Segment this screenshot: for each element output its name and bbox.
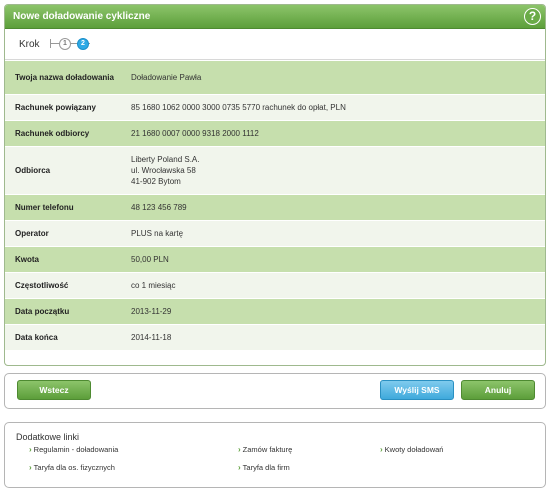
detail-row-recipient-account: Rachunek odbiorcy 21 1680 0007 0000 9318… bbox=[5, 121, 545, 147]
step-1-marker: 1 bbox=[59, 38, 71, 50]
detail-label: Operator bbox=[15, 229, 49, 238]
help-icon[interactable]: ? bbox=[524, 8, 541, 25]
arrow-icon: › bbox=[238, 445, 241, 454]
detail-value: 50,00 PLN bbox=[131, 255, 169, 264]
arrow-icon: › bbox=[238, 463, 241, 472]
send-sms-button[interactable]: Wyślij SMS bbox=[380, 380, 454, 400]
link-tariff-individuals[interactable]: › Taryfa dla os. fizycznych bbox=[29, 463, 115, 472]
detail-row-operator: Operator PLUS na kartę bbox=[5, 221, 545, 247]
recipient-line: ul. Wrocławska 58 bbox=[131, 166, 196, 175]
detail-label: Data końca bbox=[15, 333, 58, 342]
link-tariff-companies[interactable]: › Taryfa dla firm bbox=[238, 463, 290, 472]
links-title: Dodatkowe linki bbox=[16, 432, 80, 442]
detail-value: co 1 miesiąc bbox=[131, 281, 176, 290]
detail-label: Rachunek odbiorcy bbox=[15, 129, 90, 138]
step-2-marker: 2 bbox=[77, 38, 89, 50]
details-table: Twoja nazwa doładowania Doładowanie Pawł… bbox=[5, 61, 545, 351]
arrow-icon: › bbox=[380, 445, 383, 454]
detail-value: 2013-11-29 bbox=[131, 307, 172, 316]
detail-row-name: Twoja nazwa doładowania Doładowanie Pawł… bbox=[5, 61, 545, 95]
step-track: 1 2 bbox=[50, 37, 92, 51]
recipient-line: Liberty Poland S.A. bbox=[131, 155, 200, 164]
step-indicator: Krok 1 2 bbox=[5, 29, 545, 60]
link-recharge-amounts[interactable]: › Kwoty doładowań bbox=[380, 445, 443, 454]
detail-row-recipient: Odbiorca Liberty Poland S.A. ul. Wrocław… bbox=[5, 147, 545, 195]
detail-value: 48 123 456 789 bbox=[131, 203, 187, 212]
detail-row-phone: Numer telefonu 48 123 456 789 bbox=[5, 195, 545, 221]
page-title: Nowe doładowanie cykliczne bbox=[13, 11, 151, 22]
detail-row-amount: Kwota 50,00 PLN bbox=[5, 247, 545, 273]
detail-label: Odbiorca bbox=[15, 166, 51, 175]
detail-row-start-date: Data początku 2013-11-29 bbox=[5, 299, 545, 325]
detail-value: 2014-11-18 bbox=[131, 333, 172, 342]
detail-label: Rachunek powiązany bbox=[15, 103, 96, 112]
link-recharge-terms[interactable]: › Regulamin - doładowania bbox=[29, 445, 118, 454]
detail-label: Twoja nazwa doładowania bbox=[15, 73, 114, 82]
cancel-button[interactable]: Anuluj bbox=[461, 380, 535, 400]
detail-value: 21 1680 0007 0000 9318 2000 1112 bbox=[131, 129, 259, 138]
arrow-icon: › bbox=[29, 445, 32, 454]
detail-label: Kwota bbox=[15, 255, 39, 264]
detail-row-end-date: Data końca 2014-11-18 bbox=[5, 325, 545, 351]
detail-row-frequency: Częstotliwość co 1 miesiąc bbox=[5, 273, 545, 299]
back-button[interactable]: Wstecz bbox=[17, 380, 91, 400]
additional-links-panel: Dodatkowe linki › Regulamin - doładowania… bbox=[4, 422, 546, 488]
action-bar: Wstecz Wyślij SMS Anuluj bbox=[4, 373, 546, 409]
detail-label: Data początku bbox=[15, 307, 70, 316]
step-label: Krok bbox=[19, 39, 40, 50]
detail-row-linked-account: Rachunek powiązany 85 1680 1062 0000 300… bbox=[5, 95, 545, 121]
title-bar: Nowe doładowanie cykliczne ? bbox=[5, 5, 545, 29]
detail-value: Liberty Poland S.A. ul. Wrocławska 58 41… bbox=[119, 154, 199, 187]
arrow-icon: › bbox=[29, 463, 32, 472]
detail-value: 85 1680 1062 0000 3000 0735 5770 rachune… bbox=[131, 103, 346, 112]
detail-value: Doładowanie Pawła bbox=[131, 73, 202, 82]
detail-label: Częstotliwość bbox=[15, 281, 69, 290]
detail-value: PLUS na kartę bbox=[131, 229, 184, 238]
recipient-line: 41-902 Bytom bbox=[131, 177, 181, 186]
recharge-summary-panel: Nowe doładowanie cykliczne ? Krok 1 2 Tw… bbox=[4, 4, 546, 366]
link-order-invoice[interactable]: › Zamów fakturę bbox=[238, 445, 292, 454]
detail-label: Numer telefonu bbox=[15, 203, 74, 212]
